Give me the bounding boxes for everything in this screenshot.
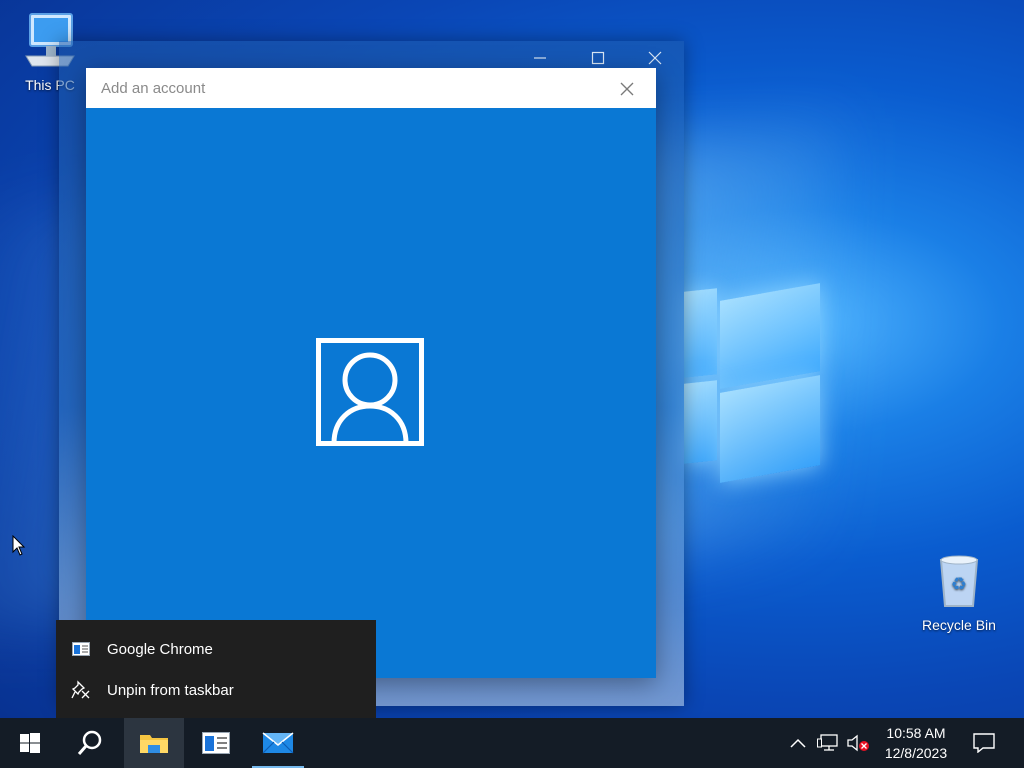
jump-list-item-label: Unpin from taskbar xyxy=(107,681,234,699)
pointer-icon xyxy=(12,534,26,556)
search-button[interactable] xyxy=(60,718,120,768)
taskbar-google-chrome[interactable] xyxy=(186,718,246,768)
search-icon xyxy=(77,730,102,755)
minimize-icon xyxy=(534,57,546,59)
network-button[interactable] xyxy=(814,718,842,768)
windows-start-icon xyxy=(20,733,40,753)
system-clock[interactable]: 10:58 AM 12/8/2023 xyxy=(872,723,960,763)
desktop-icon-recycle-bin[interactable]: ♻ Recycle Bin xyxy=(916,552,1002,633)
close-icon xyxy=(620,82,634,96)
taskbar-file-explorer[interactable] xyxy=(124,718,184,768)
maximize-icon xyxy=(591,51,605,65)
network-icon xyxy=(817,734,838,751)
mouse-cursor xyxy=(12,534,26,562)
recycle-bin-icon: ♻ xyxy=(939,555,979,607)
add-account-dialog: Add an account xyxy=(86,68,656,678)
dialog-title: Add an account xyxy=(101,80,206,97)
person-account-icon xyxy=(316,338,424,446)
notification-icon xyxy=(973,733,995,753)
taskbar-jump-list: Google Chrome Unpin from taskbar xyxy=(56,620,376,718)
app-window-icon xyxy=(72,642,90,656)
account-avatar xyxy=(316,338,424,451)
clock-date: 12/8/2023 xyxy=(884,745,948,761)
jump-list-item-google-chrome[interactable]: Google Chrome xyxy=(56,630,376,668)
jump-list-item-label: Google Chrome xyxy=(107,640,213,658)
volume-muted-icon xyxy=(847,734,869,752)
chevron-up-icon xyxy=(790,738,806,748)
desktop-icon-label: Recycle Bin xyxy=(922,617,996,633)
show-hidden-icons-button[interactable] xyxy=(786,718,810,768)
taskbar: 10:58 AM 12/8/2023 xyxy=(0,718,1024,768)
folder-icon xyxy=(140,735,168,753)
start-button[interactable] xyxy=(0,718,60,768)
svg-text:♻: ♻ xyxy=(951,574,967,595)
mail-icon xyxy=(262,732,294,754)
notification-center-button[interactable] xyxy=(966,718,1002,768)
app-window-icon xyxy=(202,732,230,754)
jump-list-item-unpin[interactable]: Unpin from taskbar xyxy=(56,671,376,709)
taskbar-mail[interactable] xyxy=(248,718,308,768)
volume-button[interactable] xyxy=(844,718,872,768)
unpin-icon xyxy=(71,680,90,699)
close-icon xyxy=(648,51,662,65)
clock-time: 10:58 AM xyxy=(886,725,946,741)
dialog-titlebar: Add an account xyxy=(86,68,656,108)
dialog-close-button[interactable] xyxy=(610,76,644,102)
